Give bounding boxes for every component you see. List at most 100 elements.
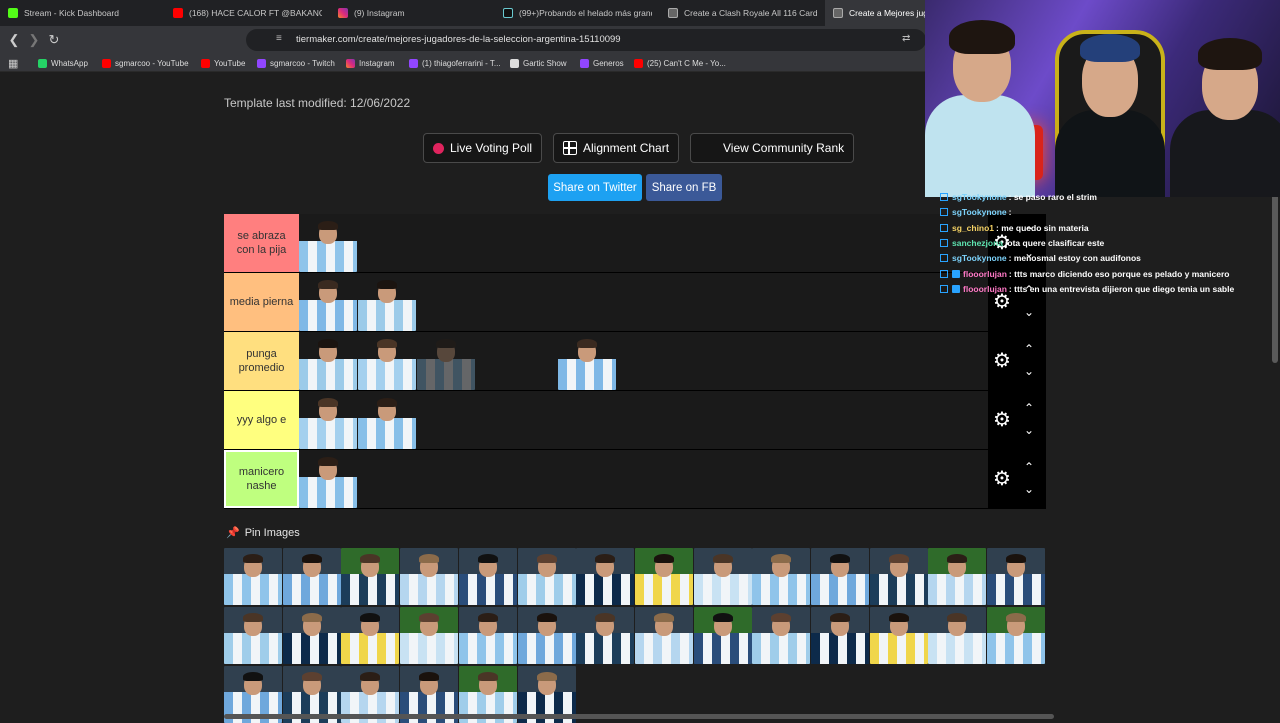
bookmark-youtube[interactable]: YouTube — [201, 57, 245, 70]
player-card[interactable] — [299, 215, 357, 272]
tab-tiktok[interactable]: (99+)Probando el helado más grande — [495, 0, 660, 26]
apps-icon[interactable]: ▦ — [8, 57, 18, 70]
pool-player-card[interactable] — [634, 607, 693, 664]
view-community-rank-button[interactable]: View Community Rank — [690, 133, 855, 163]
player-card[interactable] — [358, 333, 416, 390]
player-card[interactable] — [299, 451, 357, 508]
pool-player-card[interactable] — [869, 607, 928, 664]
bookmark-cant-c-me[interactable]: (25) Can't C Me - Yo... — [634, 57, 726, 70]
translate-icon[interactable]: ⇄ — [902, 33, 910, 44]
chevron-up-icon[interactable]: ⌃ — [1021, 461, 1037, 473]
pool-player-card[interactable] — [458, 607, 517, 664]
tier-items-zone[interactable] — [299, 273, 1046, 331]
pool-player-card[interactable] — [341, 607, 400, 664]
chat-username[interactable]: flooorlujan — [963, 269, 1007, 279]
chat-username[interactable]: sanchezjona — [952, 238, 1003, 248]
chat-username[interactable]: flooorlujan — [963, 284, 1007, 294]
pin-images-heading[interactable]: 📌 Pin Images — [226, 526, 300, 540]
tier-items-zone[interactable] — [299, 332, 1046, 390]
tier-label[interactable]: media pierna — [224, 273, 299, 331]
pool-player-card[interactable] — [400, 548, 459, 605]
player-card[interactable] — [299, 333, 357, 390]
chevron-down-icon[interactable]: ⌄ — [1021, 306, 1037, 318]
pool-player-card[interactable] — [576, 548, 635, 605]
player-card[interactable] — [358, 392, 416, 449]
tier-items-zone[interactable] — [299, 450, 1046, 508]
tier-items-zone[interactable] — [299, 391, 1046, 449]
pool-player-card[interactable] — [517, 548, 576, 605]
player-card[interactable] — [299, 274, 357, 331]
chat-username[interactable]: sg_chino1 — [952, 223, 994, 233]
pool-player-card[interactable] — [517, 607, 576, 664]
pool-player-card[interactable] — [987, 548, 1046, 605]
chevron-up-icon[interactable]: ⌃ — [1021, 343, 1037, 355]
bookmark-sgmarcoo-youtube[interactable]: sgmarcoo - YouTube — [102, 57, 189, 70]
pool-player-card[interactable] — [693, 607, 752, 664]
pool-player-card[interactable] — [341, 548, 400, 605]
tab-label: (9) Instagram — [354, 8, 405, 18]
pool-player-card[interactable] — [811, 607, 869, 664]
tier-row: se abraza con la pija ⚙ ⌃ ⌄ — [224, 214, 1046, 273]
gear-icon[interactable]: ⚙ — [992, 351, 1012, 371]
bookmark-gartic-show[interactable]: Gartic Show — [510, 57, 567, 70]
pool-player-card[interactable] — [928, 607, 987, 664]
player-card[interactable] — [558, 333, 616, 390]
pool-player-card[interactable] — [752, 548, 811, 605]
gear-icon[interactable]: ⚙ — [992, 410, 1012, 430]
share-fb-button[interactable]: Share on FB — [646, 174, 722, 201]
alignment-chart-button[interactable]: Alignment Chart — [553, 133, 680, 163]
chat-username[interactable]: sgTookynone — [952, 192, 1007, 202]
tier-label[interactable]: punga promedio — [224, 332, 299, 390]
pool-player-card[interactable] — [282, 607, 341, 664]
player-card[interactable] — [299, 392, 357, 449]
tier-label[interactable]: manicero nashe — [224, 450, 299, 508]
pool-player-card[interactable] — [458, 548, 517, 605]
bookmark-sgmarcoo-twitch[interactable]: sgmarcoo - Twitch — [257, 57, 335, 70]
pool-player-card[interactable] — [987, 607, 1046, 664]
horizontal-scrollbar[interactable] — [224, 714, 1054, 719]
live-voting-poll-button[interactable]: Live Voting Poll — [423, 133, 543, 163]
scrollbar-thumb[interactable] — [1272, 193, 1278, 363]
share-twitter-button[interactable]: Share on Twitter — [548, 174, 642, 201]
bookmark-thiagoferrarini[interactable]: (1) thiagoferrarini - T... — [409, 57, 501, 70]
pool-player-card[interactable] — [400, 607, 459, 664]
tab-youtube-video[interactable]: (168) HACE CALOR FT @BAKANO68 — [165, 0, 330, 26]
chevron-down-icon[interactable]: ⌄ — [1021, 483, 1037, 495]
site-info-icon[interactable]: ≡ — [276, 33, 282, 44]
chat-message: flooorlujan: ttts marco diciendo eso por… — [940, 267, 1230, 281]
pool-player-card[interactable] — [634, 548, 693, 605]
chat-username[interactable]: sgTookynone — [952, 253, 1007, 263]
tab-clash-royale-tiermaker[interactable]: Create a Clash Royale All 116 Cards T — [660, 0, 825, 26]
back-icon[interactable]: ❮ — [6, 32, 22, 48]
pool-player-card[interactable] — [693, 548, 752, 605]
pool-player-card[interactable] — [752, 607, 811, 664]
pool-player-card[interactable] — [576, 607, 635, 664]
gear-icon[interactable]: ⚙ — [992, 469, 1012, 489]
chevron-down-icon[interactable]: ⌄ — [1021, 424, 1037, 436]
tier-items-zone[interactable] — [299, 214, 1046, 272]
reload-icon[interactable]: ↻ — [46, 32, 62, 48]
pool-player-card[interactable] — [811, 548, 869, 605]
pool-player-card[interactable] — [282, 548, 341, 605]
tab-kick-dashboard[interactable]: Stream - Kick Dashboard — [0, 0, 165, 26]
chat-message: sg_chino1: me quedo sin materia — [940, 221, 1089, 235]
chat-message: sanchezjona jota quere clasificar este — [940, 236, 1104, 250]
address-bar[interactable]: ≡ tiermaker.com/create/mejores-jugadores… — [246, 29, 926, 51]
bookmark-instagram[interactable]: Instagram — [346, 57, 395, 70]
pool-player-card[interactable] — [224, 607, 282, 664]
chevron-up-icon[interactable]: ⌃ — [1021, 402, 1037, 414]
chevron-down-icon[interactable]: ⌄ — [1021, 365, 1037, 377]
tab-label: Stream - Kick Dashboard — [24, 8, 119, 18]
pool-player-card[interactable] — [224, 548, 282, 605]
tab-instagram[interactable]: (9) Instagram — [330, 0, 495, 26]
player-card[interactable] — [358, 274, 416, 331]
player-card[interactable] — [417, 333, 475, 390]
tier-label[interactable]: se abraza con la pija — [224, 214, 299, 272]
pool-player-card[interactable] — [928, 548, 987, 605]
pool-player-card[interactable] — [869, 548, 928, 605]
bookmark-whatsapp[interactable]: WhatsApp — [38, 57, 88, 70]
forward-icon[interactable]: ❯ — [26, 32, 42, 48]
bookmark-generos[interactable]: Generos — [580, 57, 624, 70]
chat-username[interactable]: sgTookynone — [952, 207, 1007, 217]
tier-label[interactable]: yyy algo e — [224, 391, 299, 449]
